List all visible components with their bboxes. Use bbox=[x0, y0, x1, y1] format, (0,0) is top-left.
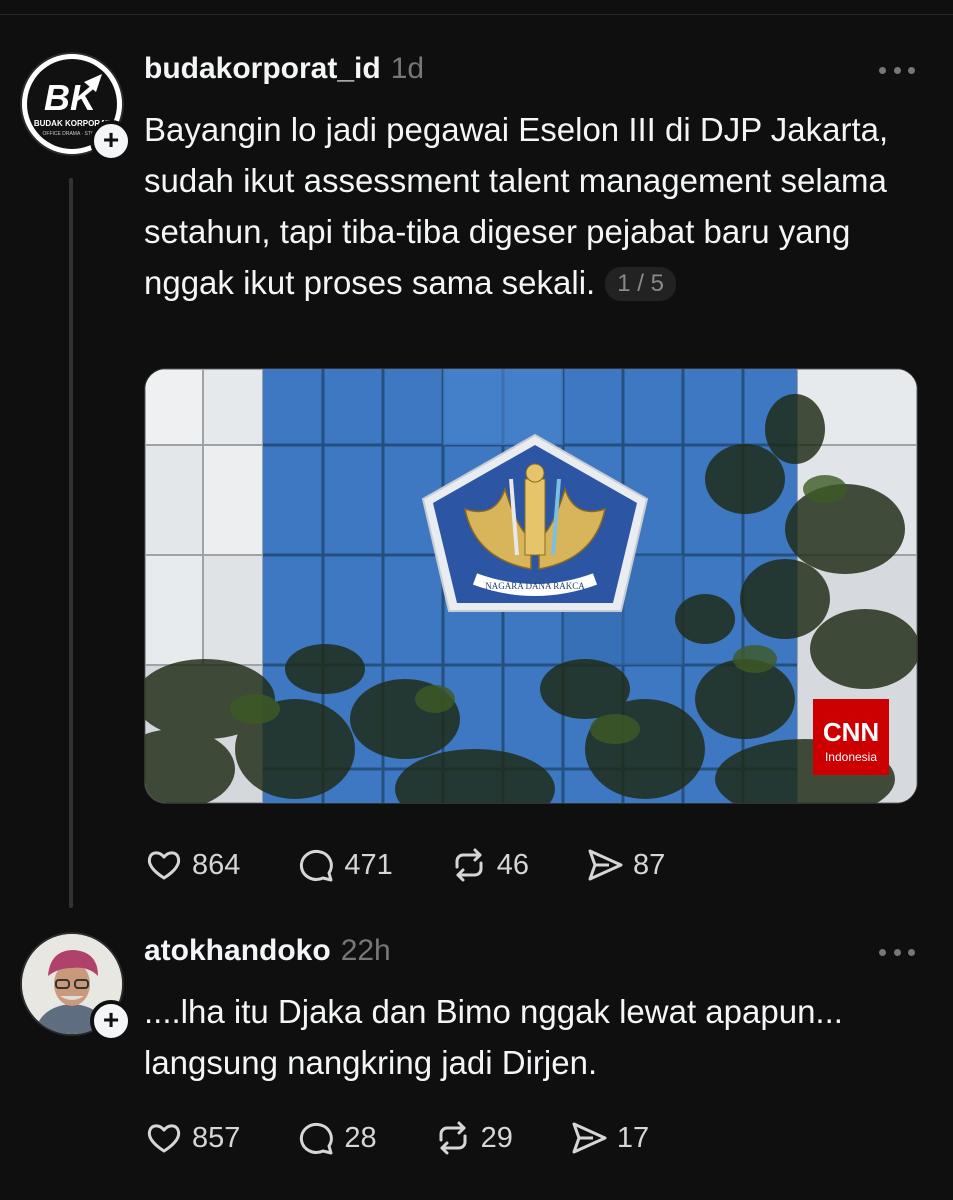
share-button[interactable]: 17 bbox=[569, 1118, 649, 1158]
thread-connector-line bbox=[69, 178, 73, 908]
building-photo: NAGARA DANA RAKCA CNN Indonesia bbox=[145, 369, 917, 803]
post-timestamp[interactable]: 1d bbox=[391, 52, 424, 86]
more-options-icon[interactable] bbox=[879, 64, 915, 76]
reply-button[interactable]: 28 bbox=[296, 1118, 377, 1158]
heart-icon bbox=[147, 1124, 181, 1153]
reply-header: atokhandoko 22h bbox=[144, 934, 391, 974]
follow-plus-icon[interactable]: + bbox=[90, 1000, 132, 1042]
reply-count: 471 bbox=[344, 848, 393, 881]
post-actions: 864 471 46 87 bbox=[144, 843, 721, 887]
repost-button[interactable]: 46 bbox=[449, 845, 529, 885]
post-image[interactable]: NAGARA DANA RAKCA CNN Indonesia bbox=[144, 368, 918, 804]
cnn-logo-text: CNN bbox=[823, 717, 879, 747]
send-icon bbox=[588, 849, 623, 881]
repost-count: 29 bbox=[480, 1121, 513, 1154]
like-button[interactable]: 857 bbox=[144, 1118, 240, 1158]
emblem-motto: NAGARA DANA RAKCA bbox=[485, 581, 585, 591]
post-body: Bayangin lo jadi pegawai Eselon III di D… bbox=[144, 111, 889, 301]
like-button[interactable]: 864 bbox=[144, 845, 240, 885]
post-header: budakorporat_id 1d bbox=[144, 52, 424, 92]
send-icon bbox=[572, 1122, 607, 1154]
reply-button[interactable]: 471 bbox=[296, 845, 393, 885]
reply-avatar-container[interactable]: + bbox=[20, 932, 132, 1042]
reply-timestamp[interactable]: 22h bbox=[341, 934, 391, 968]
more-options-icon[interactable] bbox=[879, 946, 915, 958]
author-avatar-container[interactable]: BK BUDAK KORPORAT OFFICE DRAMA · STORY + bbox=[20, 52, 132, 162]
reply-text: ....lha itu Djaka dan Bimo nggak lewat a… bbox=[144, 993, 843, 1081]
heart-icon bbox=[147, 851, 181, 880]
repost-button[interactable]: 29 bbox=[433, 1118, 513, 1158]
comment-bubble-icon bbox=[300, 1122, 334, 1155]
like-count: 857 bbox=[192, 1121, 241, 1154]
reply-post: + atokhandoko 22h ....lha itu Djaka dan … bbox=[0, 920, 953, 1200]
reply-count: 28 bbox=[344, 1121, 377, 1154]
share-count: 17 bbox=[616, 1121, 650, 1154]
reply-username[interactable]: atokhandoko bbox=[144, 934, 331, 968]
cnn-logo-subtext: Indonesia bbox=[825, 750, 877, 764]
follow-plus-icon[interactable]: + bbox=[90, 120, 132, 162]
repost-icon bbox=[439, 1121, 467, 1155]
repost-count: 46 bbox=[496, 848, 530, 881]
comment-bubble-icon bbox=[300, 849, 334, 882]
post-text: Bayangin lo jadi pegawai Eselon III di D… bbox=[144, 104, 904, 308]
post: BK BUDAK KORPORAT OFFICE DRAMA · STORY +… bbox=[0, 0, 953, 910]
post-username[interactable]: budakorporat_id bbox=[144, 52, 381, 86]
media-pager-badge: 1 / 5 bbox=[605, 267, 676, 301]
like-count: 864 bbox=[192, 848, 241, 881]
repost-icon bbox=[455, 848, 483, 882]
share-count: 87 bbox=[633, 848, 666, 881]
cnn-watermark: CNN Indonesia bbox=[813, 699, 889, 775]
share-button[interactable]: 87 bbox=[585, 845, 665, 885]
reply-actions: 857 28 29 17 bbox=[144, 1116, 705, 1160]
